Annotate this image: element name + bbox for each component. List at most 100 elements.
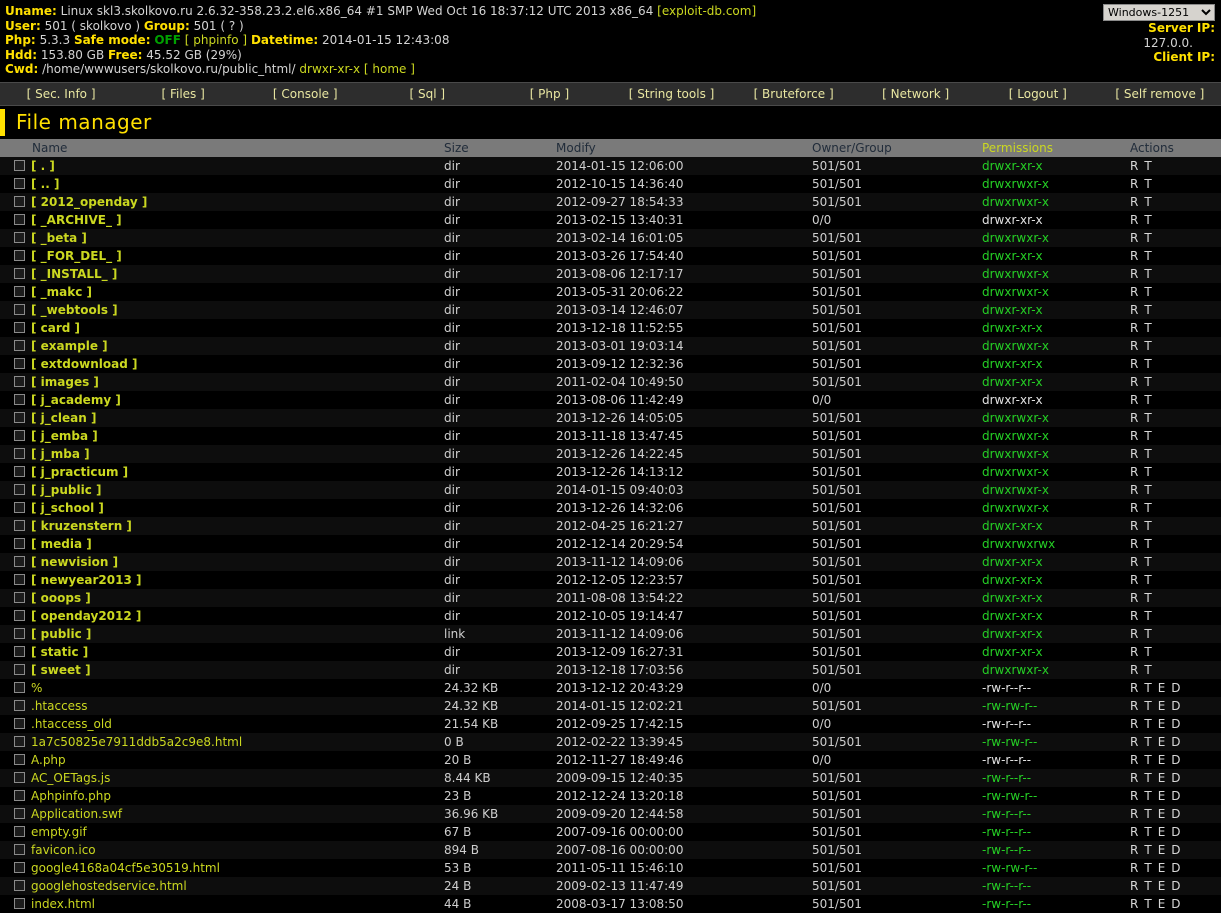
- permissions-link[interactable]: drwxr-xr-x: [982, 573, 1043, 587]
- action-r-link[interactable]: R: [1130, 285, 1138, 299]
- action-d-link[interactable]: D: [1171, 879, 1180, 893]
- action-e-link[interactable]: E: [1158, 681, 1166, 695]
- action-t-link[interactable]: T: [1144, 591, 1151, 605]
- dir-link[interactable]: [ _ARCHIVE_ ]: [31, 213, 122, 227]
- row-select-checkbox[interactable]: [14, 393, 25, 405]
- permissions-link[interactable]: drwxrwxr-x: [982, 267, 1049, 281]
- row-select-checkbox[interactable]: [14, 753, 25, 765]
- permissions-link[interactable]: drwxr-xr-x: [982, 357, 1043, 371]
- permissions-link[interactable]: drwxr-xr-x: [982, 249, 1043, 263]
- action-e-link[interactable]: E: [1158, 717, 1166, 731]
- dir-link[interactable]: [ . ]: [31, 159, 55, 173]
- action-d-link[interactable]: D: [1171, 825, 1180, 839]
- action-r-link[interactable]: R: [1130, 843, 1138, 857]
- action-t-link[interactable]: T: [1144, 321, 1151, 335]
- action-d-link[interactable]: D: [1171, 807, 1180, 821]
- file-link[interactable]: googlehostedservice.html: [31, 879, 187, 893]
- row-select-checkbox[interactable]: [14, 699, 25, 711]
- permissions-link[interactable]: drwxr-xr-x: [982, 627, 1043, 641]
- action-r-link[interactable]: R: [1130, 573, 1138, 587]
- action-t-link[interactable]: T: [1144, 339, 1151, 353]
- row-select-checkbox[interactable]: [14, 879, 25, 891]
- dir-link[interactable]: [ j_academy ]: [31, 393, 121, 407]
- action-r-link[interactable]: R: [1130, 177, 1138, 191]
- permissions-link[interactable]: drwxrwxr-x: [982, 663, 1049, 677]
- dir-link[interactable]: [ kruzenstern ]: [31, 519, 132, 533]
- action-t-link[interactable]: T: [1144, 303, 1151, 317]
- action-t-link[interactable]: T: [1144, 195, 1151, 209]
- permissions-link[interactable]: -rw-r--r--: [982, 843, 1031, 857]
- row-select-checkbox[interactable]: [14, 645, 25, 657]
- action-r-link[interactable]: R: [1130, 519, 1138, 533]
- action-e-link[interactable]: E: [1158, 843, 1166, 857]
- action-r-link[interactable]: R: [1130, 411, 1138, 425]
- row-select-checkbox[interactable]: [14, 843, 25, 855]
- row-select-checkbox[interactable]: [14, 771, 25, 783]
- action-r-link[interactable]: R: [1130, 267, 1138, 281]
- action-r-link[interactable]: R: [1130, 645, 1138, 659]
- action-t-link[interactable]: T: [1144, 807, 1151, 821]
- dir-link[interactable]: [ j_mba ]: [31, 447, 90, 461]
- dir-link[interactable]: [ j_practicum ]: [31, 465, 128, 479]
- row-select-checkbox[interactable]: [14, 195, 25, 207]
- permissions-link[interactable]: drwxr-xr-x: [982, 393, 1043, 407]
- dir-link[interactable]: [ ooops ]: [31, 591, 91, 605]
- home-link[interactable]: [ home ]: [364, 62, 415, 76]
- permissions-link[interactable]: drwxrwxr-x: [982, 429, 1049, 443]
- dir-link[interactable]: [ static ]: [31, 645, 88, 659]
- action-r-link[interactable]: R: [1130, 663, 1138, 677]
- permissions-link[interactable]: drwxrwxr-x: [982, 483, 1049, 497]
- file-link[interactable]: empty.gif: [31, 825, 87, 839]
- permissions-link[interactable]: drwxrwxr-x: [982, 231, 1049, 245]
- action-r-link[interactable]: R: [1130, 501, 1138, 515]
- action-e-link[interactable]: E: [1158, 825, 1166, 839]
- row-select-checkbox[interactable]: [14, 735, 25, 747]
- action-t-link[interactable]: T: [1144, 411, 1151, 425]
- permissions-link[interactable]: drwxr-xr-x: [982, 159, 1043, 173]
- nav-item-sql[interactable]: [ Sql ]: [366, 87, 488, 101]
- permissions-link[interactable]: drwxrwxr-x: [982, 411, 1049, 425]
- nav-item-logout[interactable]: [ Logout ]: [977, 87, 1099, 101]
- action-t-link[interactable]: T: [1144, 465, 1151, 479]
- action-r-link[interactable]: R: [1130, 681, 1138, 695]
- dir-link[interactable]: [ images ]: [31, 375, 99, 389]
- file-link[interactable]: %: [31, 681, 42, 695]
- action-t-link[interactable]: T: [1144, 249, 1151, 263]
- action-r-link[interactable]: R: [1130, 465, 1138, 479]
- file-link[interactable]: Application.swf: [31, 807, 122, 821]
- permissions-link[interactable]: drwxr-xr-x: [982, 303, 1043, 317]
- permissions-link[interactable]: drwxrwxr-x: [982, 447, 1049, 461]
- row-select-checkbox[interactable]: [14, 159, 25, 171]
- action-t-link[interactable]: T: [1144, 879, 1151, 893]
- nav-item-string-tools[interactable]: [ String tools ]: [610, 87, 732, 101]
- nav-item-self-remove[interactable]: [ Self remove ]: [1099, 87, 1221, 101]
- action-r-link[interactable]: R: [1130, 879, 1138, 893]
- file-link[interactable]: AC_OETags.js: [31, 771, 110, 785]
- row-select-checkbox[interactable]: [14, 375, 25, 387]
- action-d-link[interactable]: D: [1171, 717, 1180, 731]
- action-t-link[interactable]: T: [1144, 681, 1151, 695]
- dir-link[interactable]: [ .. ]: [31, 177, 59, 191]
- action-t-link[interactable]: T: [1144, 717, 1151, 731]
- dir-link[interactable]: [ extdownload ]: [31, 357, 137, 371]
- action-r-link[interactable]: R: [1130, 753, 1138, 767]
- row-select-checkbox[interactable]: [14, 465, 25, 477]
- row-select-checkbox[interactable]: [14, 249, 25, 261]
- row-select-checkbox[interactable]: [14, 717, 25, 729]
- permissions-link[interactable]: -rw-r--r--: [982, 897, 1031, 911]
- permissions-link[interactable]: -rw-rw-r--: [982, 789, 1037, 803]
- action-t-link[interactable]: T: [1144, 537, 1151, 551]
- exploit-db-link[interactable]: [exploit-db.com]: [657, 4, 756, 18]
- permissions-link[interactable]: drwxrwxr-x: [982, 501, 1049, 515]
- dir-link[interactable]: [ _beta ]: [31, 231, 87, 245]
- nav-item-bruteforce[interactable]: [ Bruteforce ]: [733, 87, 855, 101]
- action-r-link[interactable]: R: [1130, 699, 1138, 713]
- action-r-link[interactable]: R: [1130, 825, 1138, 839]
- dir-link[interactable]: [ newvision ]: [31, 555, 118, 569]
- permissions-link[interactable]: -rw-r--r--: [982, 753, 1031, 767]
- file-link[interactable]: google4168a04cf5e30519.html: [31, 861, 220, 875]
- action-t-link[interactable]: T: [1144, 285, 1151, 299]
- action-r-link[interactable]: R: [1130, 429, 1138, 443]
- action-r-link[interactable]: R: [1130, 303, 1138, 317]
- action-t-link[interactable]: T: [1144, 753, 1151, 767]
